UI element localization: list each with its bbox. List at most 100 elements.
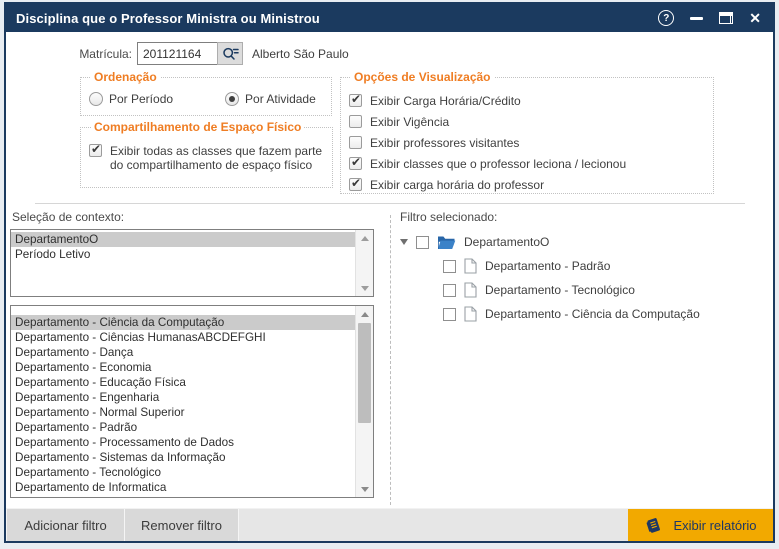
radio-icon[interactable] (225, 92, 239, 106)
checkbox-icon[interactable] (349, 94, 362, 107)
list-item[interactable]: Departamento - Dança (11, 345, 355, 360)
radio-icon[interactable] (89, 92, 103, 106)
adicionar-filtro-button[interactable]: Adicionar filtro (6, 509, 125, 541)
list-item[interactable]: Departamento - Ciência da Computação (11, 315, 355, 330)
list-item[interactable]: Departamento de pesquisa (11, 495, 355, 497)
tree-child-node[interactable]: Departamento - Ciência da Computação (400, 302, 700, 326)
maximize-icon[interactable] (719, 12, 733, 24)
checkbox-label: Exibir professores visitantes (370, 136, 519, 150)
exibir-relatorio-button[interactable]: Exibir relatório (628, 509, 773, 541)
tree-children: Departamento - Padrão Departamento - Tecn… (400, 254, 700, 326)
tree-child-label: Departamento - Tecnológico (485, 283, 635, 297)
radio-label: Por Atividade (245, 92, 316, 106)
tree-child-node[interactable]: Departamento - Padrão (400, 254, 700, 278)
footer-bar: Adicionar filtro Remover filtro (6, 508, 773, 541)
context-scrollbar[interactable] (355, 230, 373, 296)
list-item[interactable]: Departamento - Engenharia (11, 390, 355, 405)
list-item[interactable]: Departamento - Economia (11, 360, 355, 375)
visual-option-row[interactable]: Exibir classes que o professor leciona /… (349, 153, 705, 174)
minimize-glyph (690, 17, 703, 20)
ordenacao-group: Ordenação Por Período Por Atividade (80, 70, 332, 116)
scroll-up-icon[interactable] (356, 306, 373, 322)
opcoes-visualizacao-group: Opções de Visualização Exibir Carga Horá… (340, 70, 714, 194)
search-list-icon (222, 46, 239, 62)
tree-child-checkbox[interactable] (443, 284, 456, 297)
report-button-label: Exibir relatório (673, 518, 756, 533)
matricula-input[interactable] (137, 42, 218, 65)
list-item[interactable]: DepartamentoO (11, 232, 355, 247)
filter-tree: DepartamentoO Departamento - PadrãoDepar… (400, 230, 700, 326)
ordenacao-legend: Ordenação (91, 70, 160, 84)
scrollbar-thumb[interactable] (358, 323, 371, 423)
remover-filtro-button[interactable]: Remover filtro (125, 509, 239, 541)
scroll-down-icon[interactable] (356, 280, 373, 296)
tree-child-checkbox[interactable] (443, 308, 456, 321)
document-icon (464, 258, 477, 274)
checkbox-label: Exibir Vigência (370, 115, 449, 129)
chevron-down-icon[interactable] (400, 239, 408, 245)
visual-option-row[interactable]: Exibir Vigência (349, 111, 705, 132)
tree-root-label: DepartamentoO (464, 235, 549, 249)
visual-option-row[interactable]: Exibir Carga Horária/Crédito (349, 90, 705, 111)
document-icon (464, 306, 477, 322)
window-title: Disciplina que o Professor Ministra ou M… (16, 11, 658, 26)
filtro-selecionado-label: Filtro selecionado: (400, 210, 497, 224)
list-item[interactable]: Departamento - Sistemas da Informação (11, 450, 355, 465)
titlebar[interactable]: Disciplina que o Professor Ministra ou M… (6, 4, 773, 32)
checkbox-label: Exibir classes que o professor leciona /… (370, 157, 626, 171)
context-list-items: DepartamentoOPeríodo Letivo (11, 230, 355, 296)
context-listbox[interactable]: DepartamentoOPeríodo Letivo (10, 229, 374, 297)
compartilhamento-group: Compartilhamento de Espaço Físico Exibir… (80, 120, 333, 188)
ordenacao-options: Por Período Por Atividade (89, 92, 323, 106)
visual-option-row[interactable]: Exibir professores visitantes (349, 132, 705, 153)
opcoes-checkbox-list: Exibir Carga Horária/Crédito Exibir Vigên… (349, 90, 705, 195)
folder-open-icon (437, 235, 456, 250)
opcoes-legend: Opções de Visualização (351, 70, 494, 84)
department-scrollbar[interactable] (355, 306, 373, 497)
tree-child-node[interactable]: Departamento - Tecnológico (400, 278, 700, 302)
checkbox-icon[interactable] (349, 136, 362, 149)
list-item[interactable]: Departamento - Processamento de Dados (11, 435, 355, 450)
visual-option-row[interactable]: Exibir carga horária do professor (349, 174, 705, 195)
radio-option-selected[interactable]: Por Atividade (225, 92, 316, 106)
list-item[interactable]: Departamento de Informatica (11, 480, 355, 495)
department-listbox[interactable]: Departamento - Ciência da ComputaçãoDepa… (10, 305, 374, 498)
checkbox-icon[interactable] (349, 157, 362, 170)
minimize-icon[interactable] (690, 17, 703, 20)
tree-child-checkbox[interactable] (443, 260, 456, 273)
matricula-label: Matrícula: (6, 47, 132, 61)
dialog-window: Disciplina que o Professor Ministra ou M… (4, 2, 775, 543)
list-item[interactable]: Departamento - Padrão (11, 420, 355, 435)
document-icon (464, 282, 477, 298)
footer-spacer (239, 509, 628, 541)
checkbox-icon[interactable] (349, 178, 362, 191)
compartilhamento-checkbox-label: Exibir todas as classes que fazem parte … (110, 144, 324, 172)
radio-option-unselected[interactable]: Por Período (89, 92, 173, 106)
tree-child-label: Departamento - Ciência da Computação (485, 307, 700, 321)
list-item[interactable]: Departamento - Ciências HumanasABCDEFGHI (11, 330, 355, 345)
scroll-up-icon[interactable] (356, 230, 373, 246)
checkbox-label: Exibir carga horária do professor (370, 178, 544, 192)
department-list-items: Departamento - Ciência da ComputaçãoDepa… (11, 306, 355, 497)
person-name: Alberto São Paulo (252, 47, 349, 61)
vertical-divider (390, 215, 391, 505)
scroll-down-icon[interactable] (356, 481, 373, 497)
list-item[interactable]: Período Letivo (11, 247, 355, 262)
maximize-glyph (719, 12, 733, 24)
report-document-icon (644, 516, 663, 535)
tree-root-checkbox[interactable] (416, 236, 429, 249)
compartilhamento-checkbox-row[interactable]: Exibir todas as classes que fazem parte … (89, 144, 324, 172)
compartilhamento-legend: Compartilhamento de Espaço Físico (91, 120, 304, 134)
radio-label: Por Período (109, 92, 173, 106)
list-item[interactable]: Departamento - Normal Superior (11, 405, 355, 420)
checkbox-icon[interactable] (349, 115, 362, 128)
matricula-search-button[interactable] (217, 42, 243, 65)
list-item[interactable]: Departamento - Tecnológico (11, 465, 355, 480)
dialog-body: Matrícula: Alberto São Paulo Ordenação P… (6, 32, 773, 541)
close-icon[interactable]: ✕ (749, 11, 761, 25)
help-icon[interactable]: ? (658, 10, 674, 26)
compartilhamento-checkbox[interactable] (89, 144, 102, 157)
list-item[interactable]: Departamento - Educação Física (11, 375, 355, 390)
window-controls: ? ✕ (658, 10, 761, 26)
tree-root-node[interactable]: DepartamentoO (400, 230, 700, 254)
